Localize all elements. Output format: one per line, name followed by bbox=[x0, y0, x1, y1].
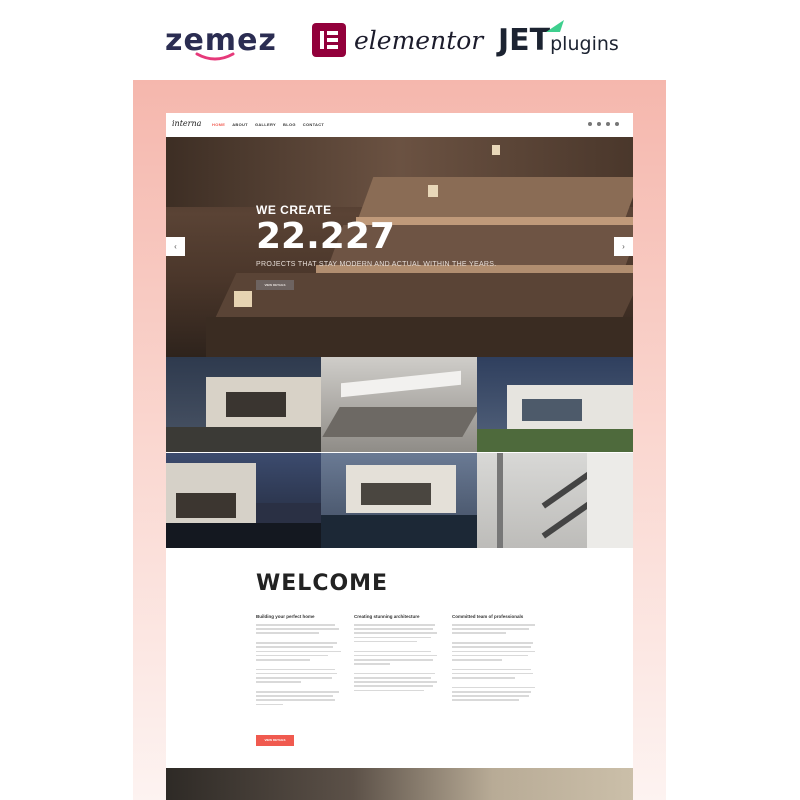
hero-view-details-button[interactable]: VIEW DETAILS bbox=[256, 280, 294, 290]
hero-step bbox=[206, 317, 633, 357]
facebook-icon[interactable] bbox=[615, 122, 619, 126]
elementor-icon bbox=[312, 23, 346, 57]
hero-subtitle: PROJECTS THAT STAY MODERN AND ACTUAL WIT… bbox=[256, 261, 497, 268]
main-menu: HOME ABOUT GALLERY BLOG CONTACT bbox=[212, 122, 324, 127]
menu-item-home[interactable]: HOME bbox=[212, 122, 225, 127]
elementor-wordmark: elementor bbox=[354, 25, 484, 55]
hero-lamp bbox=[492, 145, 500, 155]
column-heading: Committed team of professionals bbox=[452, 614, 524, 619]
menu-item-blog[interactable]: BLOG bbox=[283, 122, 296, 127]
slider-prev-arrow[interactable]: ‹ bbox=[166, 237, 185, 256]
hero-lamp bbox=[428, 185, 438, 197]
elementor-logo: elementor bbox=[312, 18, 483, 62]
zemez-smile-icon bbox=[195, 52, 235, 61]
welcome-title: WELCOME bbox=[256, 571, 389, 596]
hero-line1: WE CREATE bbox=[256, 203, 332, 217]
twitter-icon[interactable] bbox=[606, 122, 610, 126]
social-links bbox=[588, 122, 619, 126]
gallery-image[interactable] bbox=[166, 357, 321, 452]
plugins-wordmark: plugins bbox=[550, 33, 619, 55]
welcome-column: Building your perfect home bbox=[256, 614, 346, 708]
menu-item-gallery[interactable]: GALLERY bbox=[255, 122, 276, 127]
website-preview: interna HOME ABOUT GALLERY BLOG CONTACT … bbox=[166, 113, 633, 800]
instagram-icon[interactable] bbox=[588, 122, 592, 126]
jet-wordmark: JET bbox=[498, 22, 551, 58]
gallery-grid bbox=[166, 357, 633, 548]
hero-content: WE CREATE 22.227 PROJECTS THAT STAY MODE… bbox=[256, 203, 497, 291]
hero-lamp bbox=[234, 291, 252, 307]
welcome-column: Creating stunning architecture bbox=[354, 614, 444, 694]
site-header: interna HOME ABOUT GALLERY BLOG CONTACT bbox=[166, 113, 633, 137]
site-logo[interactable]: interna bbox=[172, 119, 201, 128]
gallery-image[interactable] bbox=[321, 357, 477, 452]
gallery-image[interactable] bbox=[477, 357, 633, 452]
zemez-logo: zemez bbox=[165, 18, 277, 62]
gallery-image[interactable] bbox=[321, 453, 477, 548]
welcome-column: Committed team of professionals bbox=[452, 614, 542, 704]
pinterest-icon[interactable] bbox=[597, 122, 601, 126]
jet-leaf-icon bbox=[546, 20, 564, 32]
gallery-image[interactable] bbox=[477, 453, 633, 548]
column-heading: Creating stunning architecture bbox=[354, 614, 420, 619]
welcome-view-details-button[interactable]: VIEW DETAILS bbox=[256, 735, 294, 746]
gallery-image[interactable] bbox=[166, 453, 321, 548]
menu-item-about[interactable]: ABOUT bbox=[232, 122, 248, 127]
hero-number: 22.227 bbox=[256, 216, 395, 257]
column-heading: Building your perfect home bbox=[256, 614, 315, 619]
menu-item-contact[interactable]: CONTACT bbox=[303, 122, 324, 127]
hero-slider: WE CREATE 22.227 PROJECTS THAT STAY MODE… bbox=[166, 137, 633, 357]
bottom-section-image bbox=[166, 768, 633, 800]
brand-bar: zemez elementor JET plugins bbox=[0, 0, 800, 80]
slider-next-arrow[interactable]: › bbox=[614, 237, 633, 256]
jetplugins-logo: JET plugins bbox=[498, 18, 619, 62]
